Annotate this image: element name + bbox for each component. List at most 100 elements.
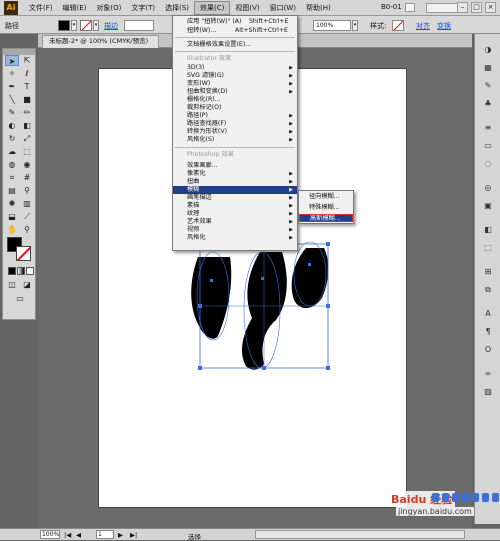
paintbrush-tool-icon[interactable]: ✎ [5, 107, 19, 118]
menu-item-artistic[interactable]: 艺术效果 ▶ [173, 218, 297, 226]
menu-select[interactable]: 选择(S) [160, 1, 194, 15]
transparency-panel-icon[interactable]: ◌ [481, 158, 495, 169]
pencil-tool-icon[interactable]: ✏ [20, 107, 34, 118]
slice-tool-icon[interactable]: ⟋ [20, 211, 34, 222]
menu-item-pathfinder[interactable]: 路径查找器(F) ▶ [173, 120, 297, 128]
menu-object[interactable]: 对象(O) [91, 1, 126, 15]
perspective-grid-tool-icon[interactable]: ⌗ [5, 172, 19, 183]
radial-blur-item[interactable]: 径向模糊... [299, 193, 353, 201]
draw-mode-icon[interactable]: ◫ [5, 279, 19, 290]
stroke-panel-icon[interactable]: ≡ [481, 122, 495, 133]
menu-type[interactable]: 文字(T) [126, 1, 160, 15]
gradient-mode-icon[interactable] [17, 267, 25, 275]
menu-file[interactable]: 文件(F) [24, 1, 58, 15]
scale-tool-icon[interactable]: ⤢ [20, 133, 34, 144]
menu-item-distort-transform[interactable]: 扭曲和变换(D) ▶ [173, 88, 297, 96]
gaussian-blur-item[interactable]: 高斯模糊... [299, 214, 353, 223]
fill-swatch[interactable] [58, 20, 70, 31]
stroke-weight-field[interactable] [124, 20, 154, 31]
magic-wand-tool-icon[interactable]: ✧ [5, 68, 19, 79]
warp-tool-icon[interactable]: ☁ [5, 146, 19, 157]
stroke-label[interactable]: 描边 [104, 21, 118, 31]
menu-item-brush-strokes[interactable]: 画笔描边 ▶ [173, 194, 297, 202]
pathfinder-panel-icon[interactable]: ⧉ [481, 284, 495, 295]
screen-mode-icon[interactable]: ▭ [13, 293, 27, 304]
opentype-panel-icon[interactable]: O [481, 344, 495, 355]
align-panel-icon[interactable]: ⊞ [481, 266, 495, 277]
menu-edit[interactable]: 编辑(E) [58, 1, 92, 15]
gradient-panel-icon[interactable]: ▭ [481, 140, 495, 151]
color-mode-icon[interactable] [8, 267, 16, 275]
menu-item-crop-marks[interactable]: 裁剪标记(O) [173, 104, 297, 112]
zoom-tool-icon[interactable]: ⚲ [20, 224, 34, 235]
opacity-field[interactable]: 100% [313, 20, 351, 31]
close-icon[interactable]: × [485, 2, 496, 13]
eyedropper-tool-icon[interactable]: ⚲ [20, 185, 34, 196]
artboard-tool-icon[interactable]: ⬓ [5, 211, 19, 222]
navigator-panel-icon[interactable]: ▨ [481, 386, 495, 397]
fill-dropdown-icon[interactable]: ▾ [71, 20, 77, 31]
menu-item-convert-to-shape[interactable]: 转换为形状(V) ▶ [173, 128, 297, 136]
live-paint-tool-icon[interactable]: ◉ [20, 159, 34, 170]
smart-blur-item[interactable]: 特殊模糊... [299, 204, 353, 212]
hand-tool-icon[interactable]: ✋ [5, 224, 19, 235]
arrange-documents-button[interactable] [405, 3, 415, 12]
lasso-tool-icon[interactable]: ℓ [20, 68, 34, 79]
next-artboard-icon[interactable]: ▶ [118, 531, 123, 539]
shape-builder-tool-icon[interactable]: ◍ [5, 159, 19, 170]
menu-effect[interactable]: 效果(C) [194, 0, 231, 15]
prev-artboard-icon[interactable]: ◀ [76, 531, 81, 539]
stroke-dropdown-icon[interactable]: ▾ [93, 20, 99, 31]
gradient-tool-icon[interactable]: ▤ [5, 185, 19, 196]
graphic-styles-panel-icon[interactable]: ▣ [481, 200, 495, 211]
opacity-dropdown-icon[interactable]: ▾ [352, 20, 358, 31]
graph-tool-icon[interactable]: ▥ [20, 198, 34, 209]
menu-view[interactable]: 视图(V) [230, 1, 264, 15]
none-mode-icon[interactable] [26, 267, 34, 275]
symbols-panel-icon[interactable]: ♣ [481, 98, 495, 109]
horizontal-scrollbar[interactable] [255, 530, 465, 539]
selection-tool-icon[interactable]: ➤ [5, 55, 19, 66]
menu-item-3d[interactable]: 3D(3) ▶ [173, 64, 297, 72]
brushes-panel-icon[interactable]: ✎ [481, 80, 495, 91]
artboards-panel-icon[interactable]: ⬚ [481, 242, 495, 253]
menu-item-path[interactable]: 路径(P) ▶ [173, 112, 297, 120]
apply-last-effect-item[interactable]: 应用 "扭转(W)" (A) Shift+Ctrl+E [173, 18, 297, 26]
menu-item-texture[interactable]: 纹理 ▶ [173, 210, 297, 218]
rotate-tool-icon[interactable]: ↻ [5, 133, 19, 144]
free-transform-tool-icon[interactable]: ⬚ [20, 146, 34, 157]
menu-item-svg-filters[interactable]: SVG 滤镜(G) ▶ [173, 72, 297, 80]
menu-item-distort[interactable]: 扭曲 ▶ [173, 178, 297, 186]
stroke-color-swatch[interactable] [16, 246, 31, 261]
layers-panel-icon[interactable]: ◧ [481, 224, 495, 235]
menu-item-effect-gallery[interactable]: 效果画廊... [173, 162, 297, 170]
stroke-swatch[interactable] [80, 20, 92, 31]
color-panel-icon[interactable]: ◑ [481, 44, 495, 55]
paragraph-panel-icon[interactable]: ¶ [481, 326, 495, 337]
raster-settings-item[interactable]: 文档栅格效果设置(E)... [173, 41, 297, 49]
menu-item-video[interactable]: 视频 ▶ [173, 226, 297, 234]
menu-item-stylize-ps[interactable]: 风格化 ▶ [173, 234, 297, 242]
zoom-field[interactable]: 100% [40, 530, 60, 539]
character-panel-icon[interactable]: A [481, 308, 495, 319]
menu-item-rasterize[interactable]: 栅格化(R)... [173, 96, 297, 104]
menu-help[interactable]: 帮助(H) [301, 1, 336, 15]
direct-selection-tool-icon[interactable]: ⇱ [20, 55, 34, 66]
align-label[interactable]: 对齐 [416, 21, 430, 31]
maximize-icon[interactable]: □ [471, 2, 482, 13]
menu-item-warp[interactable]: 变形(W) ▶ [173, 80, 297, 88]
pen-tool-icon[interactable]: ✒ [5, 81, 19, 92]
transform-label[interactable]: 变换 [437, 21, 451, 31]
menu-item-stylize-ai[interactable]: 风格化(S) ▶ [173, 136, 297, 144]
menu-window[interactable]: 窗口(W) [265, 1, 301, 15]
type-tool-icon[interactable]: T [20, 81, 34, 92]
swatches-panel-icon[interactable]: ▦ [481, 62, 495, 73]
line-tool-icon[interactable]: ╲ [5, 94, 19, 105]
appearance-panel-icon[interactable]: ◎ [481, 182, 495, 193]
eraser-tool-icon[interactable]: ◧ [20, 120, 34, 131]
menu-item-blur[interactable]: 模糊 ▶ [173, 186, 297, 195]
last-artboard-icon[interactable]: ▶| [130, 531, 137, 539]
minimize-icon[interactable]: – [457, 2, 468, 13]
mesh-tool-icon[interactable]: # [20, 172, 34, 183]
draw-inside-icon[interactable]: ◪ [20, 279, 34, 290]
